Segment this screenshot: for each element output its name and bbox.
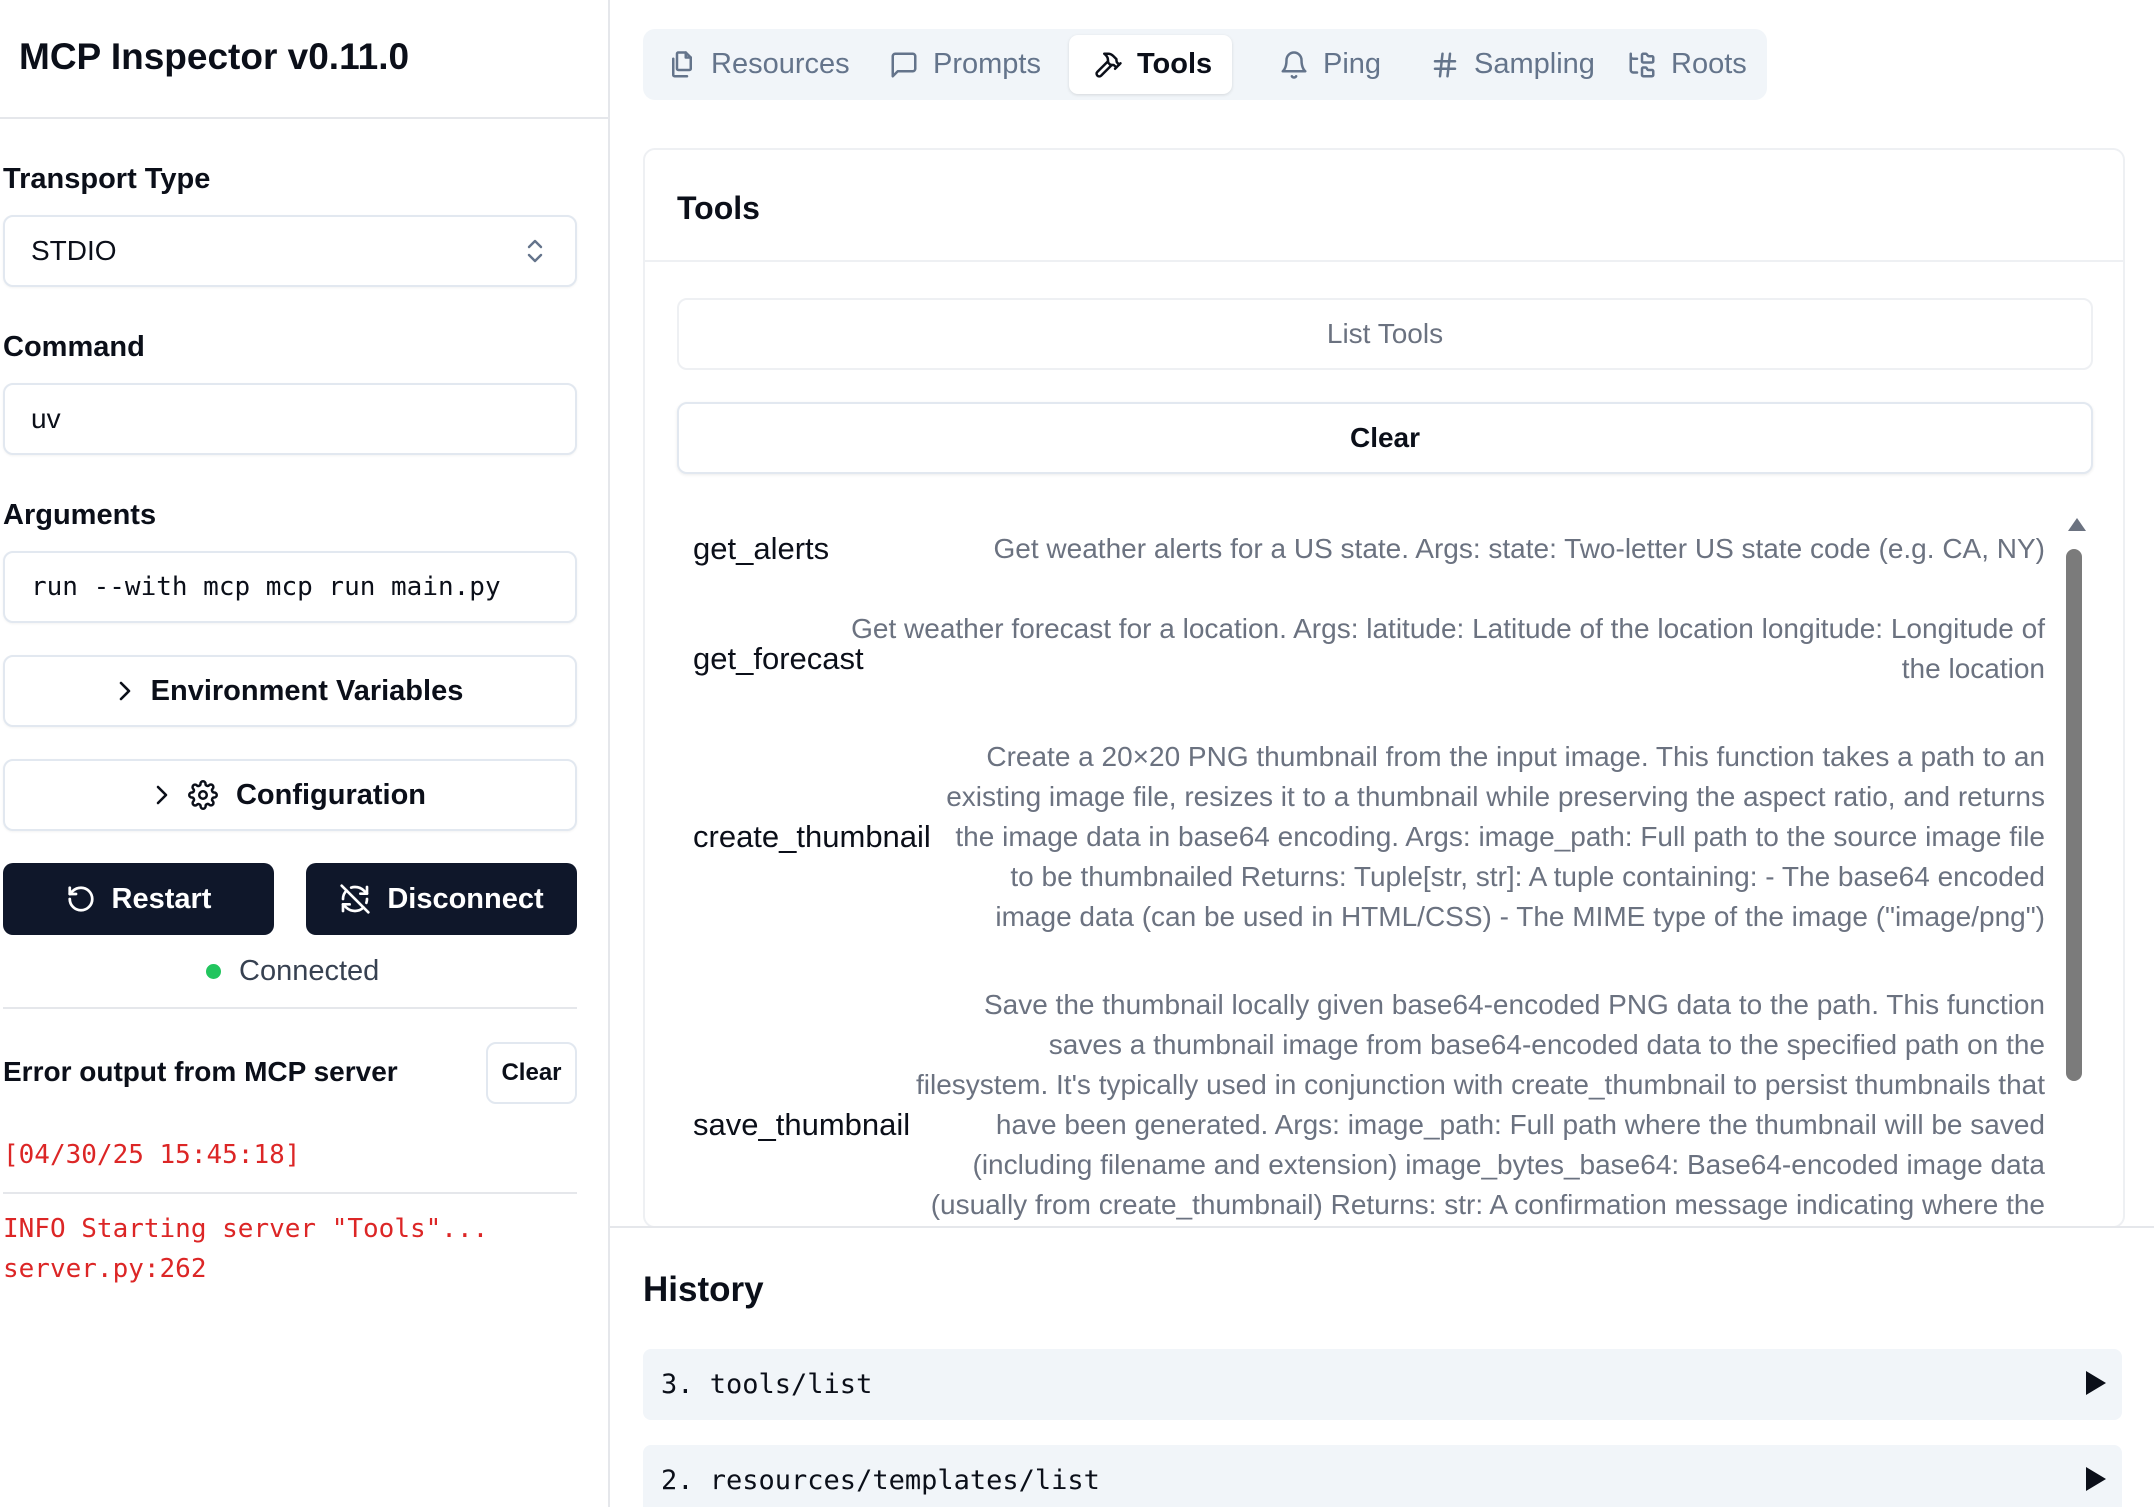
tool-item-get-forecast[interactable]: get_forecast Get weather forecast for a …: [677, 605, 2093, 705]
tab-roots[interactable]: Roots: [1603, 35, 1753, 94]
tab-prompts[interactable]: Prompts: [865, 35, 1075, 94]
error-clear-button[interactable]: Clear: [486, 1042, 577, 1104]
tab-bar: Resources Prompts Tools Ping Sampling Ro…: [643, 29, 1767, 100]
environment-variables-button[interactable]: Environment Variables: [3, 655, 577, 727]
tool-description: Create a 20×20 PNG thumbnail from the in…: [946, 741, 2045, 932]
log-source: server.py:262: [3, 1254, 207, 1284]
tool-description: Get weather forecast for a location. Arg…: [851, 613, 2045, 684]
log-divider: [3, 1192, 577, 1194]
tab-sampling[interactable]: Sampling: [1406, 35, 1601, 94]
message-square-icon: [891, 52, 917, 77]
history-item[interactable]: 3. tools/list: [643, 1349, 2122, 1420]
tab-resources-label: Resources: [711, 48, 850, 80]
hammer-icon: [1095, 51, 1122, 78]
log-message: INFO Starting server "Tools"...: [3, 1214, 489, 1244]
tab-roots-label: Roots: [1671, 48, 1747, 80]
tool-item-create-thumbnail[interactable]: create_thumbnail Create a 20×20 PNG thum…: [677, 733, 2093, 943]
tab-ping[interactable]: Ping: [1255, 35, 1395, 94]
chevrons-up-down-icon: [527, 239, 543, 263]
tools-panel-title: Tools: [677, 190, 760, 226]
tab-ping-label: Ping: [1323, 48, 1382, 80]
connection-status: Connected: [206, 955, 379, 988]
command-value: uv: [31, 403, 61, 434]
header-divider: [0, 117, 608, 119]
folder-tree-icon: [1629, 52, 1655, 77]
connection-status-text: Connected: [239, 955, 380, 987]
rotate-ccw-icon: [67, 886, 94, 912]
configuration-label: Configuration: [235, 778, 427, 811]
restart-label: Restart: [111, 882, 212, 915]
tool-list-scrollbar[interactable]: [2066, 549, 2082, 1081]
tool-item-get-alerts[interactable]: get_alerts Get weather alerts for a US s…: [677, 517, 2093, 587]
gear-icon: [187, 780, 218, 810]
expand-triangle-icon: [2086, 1467, 2106, 1491]
list-tools-button[interactable]: List Tools: [677, 298, 2093, 370]
status-dot-icon: [206, 964, 221, 979]
files-icon: [672, 50, 692, 77]
configuration-button[interactable]: Configuration: [3, 759, 577, 831]
history-divider: [610, 1226, 2154, 1228]
arguments-label: Arguments: [3, 499, 157, 531]
disconnect-label: Disconnect: [387, 882, 544, 915]
scroll-up-arrow-icon[interactable]: [2068, 518, 2086, 531]
tool-description: Save the thumbnail locally given base64-…: [916, 989, 2045, 1220]
tool-name: create_thumbnail: [693, 819, 931, 854]
tab-sampling-label: Sampling: [1474, 48, 1595, 80]
history-item-label: 3. tools/list: [661, 1369, 873, 1400]
status-divider: [3, 1007, 577, 1009]
tool-name: get_alerts: [693, 531, 830, 566]
chevron-right-icon: [119, 681, 130, 701]
tab-resources[interactable]: Resources: [643, 35, 855, 94]
tools-panel-divider: [645, 260, 2123, 262]
tool-item-save-thumbnail[interactable]: save_thumbnail Save the thumbnail locall…: [677, 981, 2093, 1226]
tool-name: save_thumbnail: [693, 1107, 911, 1142]
history-title: History: [643, 1270, 764, 1309]
arguments-value: run --with mcp mcp run main.py: [31, 572, 501, 602]
sidebar: MCP Inspector v0.11.0 Transport Type STD…: [0, 0, 610, 1507]
app-title: MCP Inspector v0.11.0: [19, 36, 410, 77]
tool-description: Get weather alerts for a US state. Args:…: [993, 533, 2045, 564]
history-item[interactable]: 2. resources/templates/list: [643, 1445, 2122, 1507]
tab-prompts-label: Prompts: [933, 48, 1041, 80]
command-label: Command: [3, 331, 145, 363]
history-item-label: 2. resources/templates/list: [661, 1465, 1100, 1496]
environment-variables-label: Environment Variables: [150, 674, 464, 707]
disconnect-button[interactable]: Disconnect: [306, 863, 577, 935]
tool-name: get_forecast: [693, 641, 864, 676]
tab-tools[interactable]: Tools: [1069, 35, 1232, 94]
restart-button[interactable]: Restart: [3, 863, 274, 935]
expand-triangle-icon: [2086, 1371, 2106, 1395]
transport-type-value: STDIO: [31, 235, 117, 266]
hash-icon: [1433, 52, 1457, 77]
tools-panel: Tools List Tools Clear get_alerts Get we…: [643, 148, 2125, 1228]
transport-type-label: Transport Type: [3, 163, 211, 195]
bell-icon: [1281, 50, 1307, 79]
chevron-right-icon: [156, 785, 168, 805]
log-timestamp: [04/30/25 15:45:18]: [3, 1140, 301, 1170]
refresh-off-icon: [340, 884, 370, 914]
command-input[interactable]: uv: [3, 383, 577, 455]
arguments-input[interactable]: run --with mcp mcp run main.py: [3, 551, 577, 623]
clear-tools-button[interactable]: Clear: [677, 402, 2093, 474]
tab-tools-label: Tools: [1137, 48, 1213, 80]
transport-type-select[interactable]: STDIO: [3, 215, 577, 287]
tool-list: get_alerts Get weather alerts for a US s…: [677, 505, 2093, 1226]
error-output-title: Error output from MCP server: [3, 1056, 398, 1087]
